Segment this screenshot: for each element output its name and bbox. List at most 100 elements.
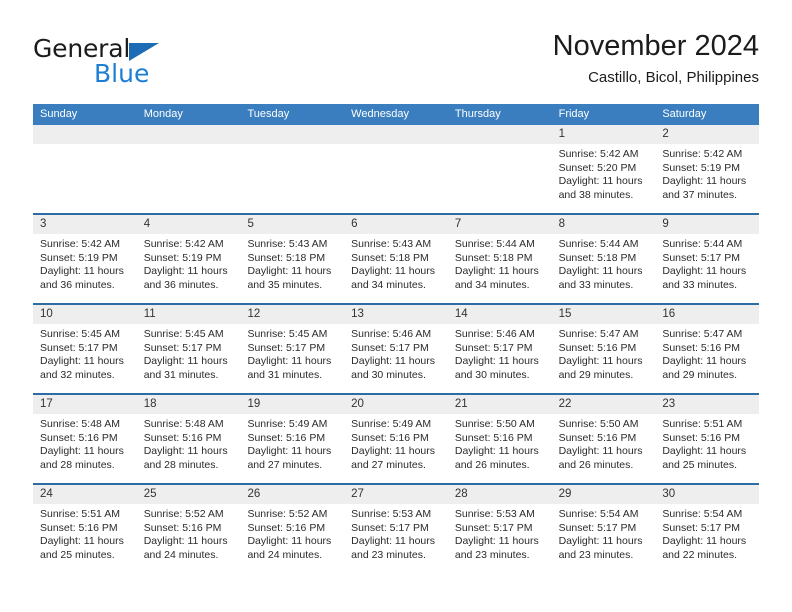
sunrise-text: Sunrise: 5:42 AM <box>558 148 639 160</box>
day-cell-15[interactable]: 15 Sunrise: 5:47 AM Sunset: 5:16 PM Dayligh… <box>551 305 656 393</box>
day-cell-13[interactable]: 13 Sunrise: 5:46 AM Sunset: 5:17 PM Dayligh… <box>344 305 448 393</box>
sunset-text: Sunset: 5:16 PM <box>558 431 637 444</box>
daylight-text: and 27 minutes. <box>247 458 323 471</box>
daylight-text: and 30 minutes. <box>351 368 426 381</box>
sunset-text: Sunset: 5:16 PM <box>247 431 326 444</box>
day-cell-11[interactable]: 11 Sunrise: 5:45 AM Sunset: 5:17 PM Dayligh… <box>136 305 241 393</box>
day-number: 25 <box>136 485 241 504</box>
day-cell-29[interactable]: 29 Sunrise: 5:54 AM Sunset: 5:17 PM Dayligh… <box>551 485 656 573</box>
day-number: 6 <box>344 215 448 234</box>
day-sun-info: Sunrise: 5:46 AM Sunset: 5:17 PM Daylight:… <box>448 324 552 382</box>
calendar-week-row: 17 Sunrise: 5:48 AM Sunset: 5:16 PM Dayligh… <box>33 393 760 483</box>
day-sun-info: Sunrise: 5:47 AM Sunset: 5:16 PM Daylight:… <box>655 324 759 382</box>
day-cell-4[interactable]: 4 Sunrise: 5:42 AM Sunset: 5:19 PM Daylight… <box>136 215 241 303</box>
day-cell-24[interactable]: 24 Sunrise: 5:51 AM Sunset: 5:16 PM Dayligh… <box>33 485 137 573</box>
daylight-text: and 24 minutes. <box>143 548 219 561</box>
day-number: 12 <box>240 305 345 324</box>
day-number <box>240 125 345 144</box>
daylight-text: and 31 minutes. <box>143 368 219 381</box>
daylight-text: Daylight: 11 hours <box>247 355 332 368</box>
weekday-header-monday: Monday <box>143 108 183 120</box>
daylight-text: Daylight: 11 hours <box>143 445 228 458</box>
day-cell-14[interactable]: 14 Sunrise: 5:46 AM Sunset: 5:17 PM Dayligh… <box>447 305 552 393</box>
day-sun-info: Sunrise: 5:48 AM Sunset: 5:16 PM Daylight:… <box>33 414 137 472</box>
day-cell-2[interactable]: 2 Sunrise: 5:42 AM Sunset: 5:19 PM Daylight… <box>655 125 760 213</box>
sunset-text: Sunset: 5:17 PM <box>247 341 326 354</box>
day-number: 29 <box>551 485 656 504</box>
day-sun-info <box>448 144 552 148</box>
sunset-text: Sunset: 5:16 PM <box>454 431 533 444</box>
day-cell-27[interactable]: 27 Sunrise: 5:53 AM Sunset: 5:17 PM Dayligh… <box>344 485 448 573</box>
day-cell-22[interactable]: 22 Sunrise: 5:50 AM Sunset: 5:16 PM Dayligh… <box>551 395 656 483</box>
sunset-text: Sunset: 5:16 PM <box>662 341 740 354</box>
sunset-text: Sunset: 5:16 PM <box>143 431 222 444</box>
daylight-text: and 27 minutes. <box>351 458 426 471</box>
daylight-text: Daylight: 11 hours <box>662 535 747 548</box>
day-number <box>136 125 241 144</box>
sunset-text: Sunset: 5:16 PM <box>662 431 740 444</box>
sunrise-text: Sunrise: 5:48 AM <box>40 418 120 430</box>
weekday-header-tuesday: Tuesday <box>247 108 290 120</box>
day-sun-info: Sunrise: 5:45 AM Sunset: 5:17 PM Daylight:… <box>240 324 344 382</box>
general-blue-logo[interactable]: General Blue <box>33 34 263 96</box>
day-cell-20[interactable]: 20 Sunrise: 5:49 AM Sunset: 5:16 PM Dayligh… <box>344 395 448 483</box>
day-sun-info <box>344 144 448 148</box>
daylight-text: and 30 minutes. <box>454 368 530 381</box>
daylight-text: Daylight: 11 hours <box>143 355 228 368</box>
day-sun-info: Sunrise: 5:44 AM Sunset: 5:18 PM Daylight:… <box>552 234 656 292</box>
sunset-text: Sunset: 5:17 PM <box>143 341 222 354</box>
day-cell-3[interactable]: 3 Sunrise: 5:42 AM Sunset: 5:19 PM Daylight… <box>33 215 137 303</box>
sunrise-text: Sunrise: 5:53 AM <box>351 508 432 520</box>
weekday-header-saturday: Saturday <box>662 108 707 120</box>
daylight-text: Daylight: 11 hours <box>247 265 332 278</box>
daylight-text: Daylight: 11 hours <box>558 175 643 188</box>
sunset-text: Sunset: 5:17 PM <box>351 341 429 354</box>
daylight-text: and 38 minutes. <box>558 188 634 201</box>
day-cell-16[interactable]: 16 Sunrise: 5:47 AM Sunset: 5:16 PM Dayligh… <box>655 305 760 393</box>
sunrise-text: Sunrise: 5:48 AM <box>143 418 224 430</box>
day-sun-info: Sunrise: 5:42 AM Sunset: 5:19 PM Daylight:… <box>33 234 137 292</box>
day-cell-5[interactable]: 5 Sunrise: 5:43 AM Sunset: 5:18 PM Daylight… <box>240 215 345 303</box>
day-cell-7[interactable]: 7 Sunrise: 5:44 AM Sunset: 5:18 PM Daylight… <box>447 215 552 303</box>
day-cell-6[interactable]: 6 Sunrise: 5:43 AM Sunset: 5:18 PM Daylight… <box>344 215 448 303</box>
day-number: 30 <box>655 485 760 504</box>
sunrise-text: Sunrise: 5:46 AM <box>351 328 432 340</box>
day-cell-1[interactable]: 1 Sunrise: 5:42 AM Sunset: 5:20 PM Daylight… <box>551 125 656 213</box>
day-number: 16 <box>655 305 760 324</box>
day-cell-23[interactable]: 23 Sunrise: 5:51 AM Sunset: 5:16 PM Dayligh… <box>655 395 760 483</box>
daylight-text: and 24 minutes. <box>247 548 323 561</box>
daylight-text: and 32 minutes. <box>40 368 115 381</box>
day-cell-9[interactable]: 9 Sunrise: 5:44 AM Sunset: 5:17 PM Daylight… <box>655 215 760 303</box>
day-cell-19[interactable]: 19 Sunrise: 5:49 AM Sunset: 5:16 PM Dayligh… <box>240 395 345 483</box>
day-cell-25[interactable]: 25 Sunrise: 5:52 AM Sunset: 5:16 PM Dayligh… <box>136 485 241 573</box>
daylight-text: Daylight: 11 hours <box>662 445 747 458</box>
sunrise-text: Sunrise: 5:51 AM <box>40 508 120 520</box>
day-cell-18[interactable]: 18 Sunrise: 5:48 AM Sunset: 5:16 PM Dayligh… <box>136 395 241 483</box>
day-cell-26[interactable]: 26 Sunrise: 5:52 AM Sunset: 5:16 PM Dayligh… <box>240 485 345 573</box>
day-cell-21[interactable]: 21 Sunrise: 5:50 AM Sunset: 5:16 PM Dayligh… <box>447 395 552 483</box>
daylight-text: and 35 minutes. <box>247 278 323 291</box>
day-cell-17[interactable]: 17 Sunrise: 5:48 AM Sunset: 5:16 PM Dayligh… <box>33 395 137 483</box>
day-number: 27 <box>344 485 448 504</box>
calendar-week-row: 10 Sunrise: 5:45 AM Sunset: 5:17 PM Dayligh… <box>33 303 760 393</box>
daylight-text: Daylight: 11 hours <box>351 265 436 278</box>
daylight-text: Daylight: 11 hours <box>351 355 436 368</box>
daylight-text: and 29 minutes. <box>662 368 738 381</box>
daylight-text: Daylight: 11 hours <box>247 445 332 458</box>
day-cell-28[interactable]: 28 Sunrise: 5:53 AM Sunset: 5:17 PM Dayligh… <box>447 485 552 573</box>
sunset-text: Sunset: 5:18 PM <box>247 251 326 264</box>
daylight-text: and 36 minutes. <box>40 278 115 291</box>
day-cell-8[interactable]: 8 Sunrise: 5:44 AM Sunset: 5:18 PM Daylight… <box>551 215 656 303</box>
day-sun-info: Sunrise: 5:49 AM Sunset: 5:16 PM Daylight:… <box>240 414 344 472</box>
day-sun-info: Sunrise: 5:44 AM Sunset: 5:17 PM Daylight:… <box>655 234 759 292</box>
day-sun-info <box>240 144 344 148</box>
sunrise-text: Sunrise: 5:43 AM <box>351 238 432 250</box>
day-cell-10[interactable]: 10 Sunrise: 5:45 AM Sunset: 5:17 PM Dayligh… <box>33 305 137 393</box>
day-sun-info: Sunrise: 5:43 AM Sunset: 5:18 PM Daylight:… <box>240 234 344 292</box>
daylight-text: Daylight: 11 hours <box>143 535 228 548</box>
day-cell-30[interactable]: 30 Sunrise: 5:54 AM Sunset: 5:17 PM Dayligh… <box>655 485 760 573</box>
daylight-text: Daylight: 11 hours <box>454 445 539 458</box>
day-cell-12[interactable]: 12 Sunrise: 5:45 AM Sunset: 5:17 PM Dayligh… <box>240 305 345 393</box>
title-block: November 2024 Castillo, Bicol, Philippin… <box>553 28 759 88</box>
day-sun-info: Sunrise: 5:50 AM Sunset: 5:16 PM Daylight:… <box>552 414 656 472</box>
